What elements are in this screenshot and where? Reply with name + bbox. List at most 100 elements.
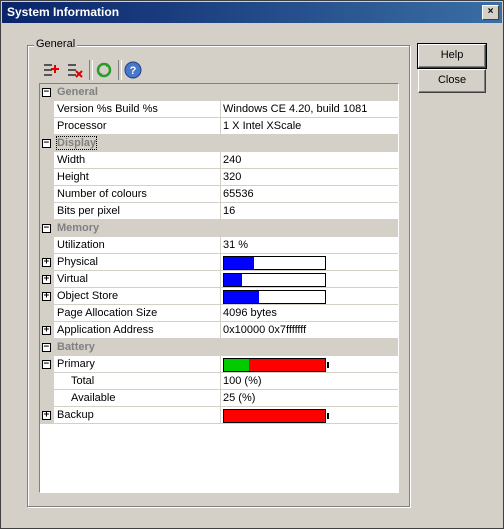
column-divider [220,186,221,203]
row-gutter [40,305,54,322]
expand-icon[interactable]: + [42,258,51,267]
expand-icon[interactable]: + [42,411,51,420]
property-grid[interactable]: − General Version %s Build %s Windows CE 4.… [39,83,399,493]
property-value: 31 % [223,239,249,251]
property-label: Object Store [57,290,119,302]
property-label: Bits per pixel [57,205,120,217]
property-toolbar: ? [38,58,150,82]
row-gutter [40,373,54,390]
expand-icon[interactable]: + [42,275,51,284]
category-row[interactable]: − Memory [40,220,398,237]
row-gutter [40,152,54,169]
property-value: 25 (%) [223,392,256,404]
collapse-icon[interactable]: − [42,224,51,233]
property-row[interactable]: Height 320 [40,169,398,186]
column-divider [220,254,221,271]
collapse-icon[interactable]: − [42,139,51,148]
collapse-all-icon[interactable] [64,59,86,81]
property-row[interactable]: + Application Address 0x10000 0x7fffffff [40,322,398,339]
usage-bar [223,273,326,287]
property-row[interactable]: Version %s Build %s Windows CE 4.20, buil… [40,101,398,118]
property-row[interactable]: Width 240 [40,152,398,169]
property-label: Width [57,154,86,166]
column-divider [220,305,221,322]
property-value: 320 [223,171,242,183]
battery-terminal [327,362,329,368]
collapse-icon[interactable]: − [42,360,51,369]
column-divider [220,356,221,373]
category-label: Battery [57,341,95,353]
property-label: Processor [57,120,107,132]
column-divider [220,152,221,169]
usage-bar [223,256,326,270]
column-divider [220,373,221,390]
property-row[interactable]: Number of colours 65536 [40,186,398,203]
close-icon[interactable]: × [482,5,499,20]
property-row[interactable]: + Backup [40,407,398,424]
svg-text:?: ? [130,65,137,77]
property-label: Physical [57,256,98,268]
usage-bar-fill [224,291,260,303]
row-gutter [40,169,54,186]
property-value: 16 [223,205,236,217]
row-gutter [40,101,54,118]
collapse-icon[interactable]: − [42,343,51,352]
usage-bar-fill [224,257,255,269]
property-row[interactable]: Utilization 31 % [40,237,398,254]
property-label: Virtual [57,273,88,285]
category-row[interactable]: − Display [40,135,398,152]
property-label: Page Allocation Size [57,307,158,319]
property-value: 65536 [223,188,254,200]
property-label: Available [71,392,116,404]
property-label: Total [71,375,95,387]
column-divider [220,288,221,305]
usage-bar-fill [224,274,243,286]
collapse-icon[interactable]: − [42,88,51,97]
column-divider [220,118,221,135]
expand-icon[interactable]: + [42,326,51,335]
help-icon[interactable]: ? [122,59,144,81]
property-label: Application Address [57,324,154,336]
category-row[interactable]: − General [40,84,398,101]
refresh-icon[interactable] [93,59,115,81]
help-button[interactable]: Help [417,43,487,69]
property-row[interactable]: Available 25 (%) [40,390,398,407]
row-gutter [40,237,54,254]
category-label: Memory [57,222,100,234]
property-value: 1 X Intel XScale [223,120,302,132]
property-value: 0x10000 0x7fffffff [223,324,307,336]
column-divider [220,407,221,424]
battery-gauge [223,409,329,423]
property-row[interactable]: Page Allocation Size 4096 bytes [40,305,398,322]
property-row[interactable]: Bits per pixel 16 [40,203,398,220]
property-row[interactable]: + Physical [40,254,398,271]
column-divider [220,322,221,339]
property-row[interactable]: Total 100 (%) [40,373,398,390]
row-gutter [40,118,54,135]
battery-gauge-fill [224,359,250,371]
expand-icon[interactable]: + [42,292,51,301]
row-gutter [40,203,54,220]
battery-terminal [327,413,329,419]
property-row[interactable]: Processor 1 X Intel XScale [40,118,398,135]
property-label: Utilization [57,239,105,251]
column-divider [220,271,221,288]
property-label: Backup [57,409,94,421]
property-row[interactable]: + Virtual [40,271,398,288]
property-row[interactable]: + Object Store [40,288,398,305]
close-button[interactable]: Close [418,69,486,93]
property-value: Windows CE 4.20, build 1081 [223,103,368,115]
property-label: Number of colours [57,188,147,200]
groupbox-label: General [34,38,78,50]
row-divider [54,423,398,424]
row-gutter [40,186,54,203]
battery-gauge [223,358,329,372]
row-gutter [40,390,54,407]
property-label: Version %s Build %s [57,103,158,115]
category-row[interactable]: − Battery [40,339,398,356]
property-row[interactable]: − Primary [40,356,398,373]
expand-all-icon[interactable] [40,59,62,81]
property-label: Primary [57,358,95,370]
window-title: System Information [7,5,120,19]
title-bar[interactable]: System Information × [2,2,502,23]
